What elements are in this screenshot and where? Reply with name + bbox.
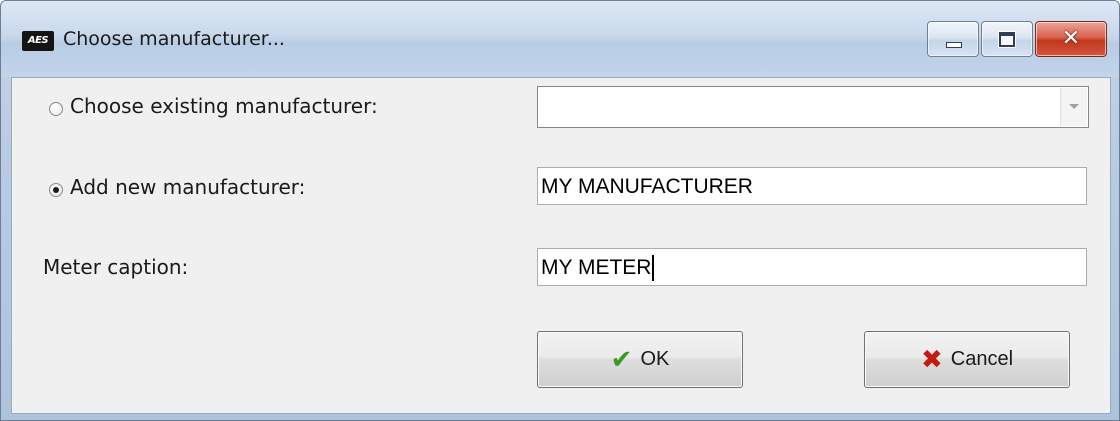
check-icon: ✔ (610, 344, 633, 375)
new-manufacturer-input[interactable]: MY MANUFACTURER (537, 167, 1087, 205)
close-button[interactable]: ✕ (1035, 21, 1107, 57)
ok-button-label: OK (640, 348, 670, 370)
meter-caption-value: MY METER (541, 256, 652, 279)
existing-manufacturer-label[interactable]: Choose existing manufacturer: (70, 94, 378, 118)
new-manufacturer-radio[interactable] (49, 183, 63, 197)
new-manufacturer-label[interactable]: Add new manufacturer: (70, 175, 305, 199)
maximize-button[interactable] (981, 21, 1033, 57)
cancel-button[interactable]: ✖ Cancel (864, 331, 1070, 388)
chevron-down-icon (1069, 104, 1079, 109)
app-logo-icon: AES (22, 31, 54, 51)
dialog-window: AES Choose manufacturer... ✕ Choose exis… (0, 0, 1120, 421)
minimize-button[interactable] (927, 21, 979, 57)
ok-button[interactable]: ✔ OK (537, 331, 743, 388)
x-icon: ✖ (920, 344, 943, 375)
dialog-body: Choose existing manufacturer: Add new ma… (11, 77, 1111, 414)
minimize-icon (946, 42, 962, 48)
caption-buttons: ✕ (925, 21, 1107, 61)
window-title: Choose manufacturer... (63, 28, 285, 50)
meter-caption-label: Meter caption: (43, 255, 189, 279)
text-cursor (652, 255, 655, 282)
existing-manufacturer-dropdown[interactable] (537, 86, 1089, 128)
close-icon: ✕ (1061, 26, 1081, 51)
title-bar[interactable]: AES Choose manufacturer... ✕ (1, 1, 1119, 77)
dropdown-button[interactable] (1060, 88, 1087, 126)
maximize-icon (999, 32, 1015, 47)
existing-manufacturer-radio[interactable] (49, 102, 63, 116)
cancel-button-label: Cancel (950, 348, 1014, 370)
meter-caption-input[interactable]: MY METER (537, 248, 1087, 286)
